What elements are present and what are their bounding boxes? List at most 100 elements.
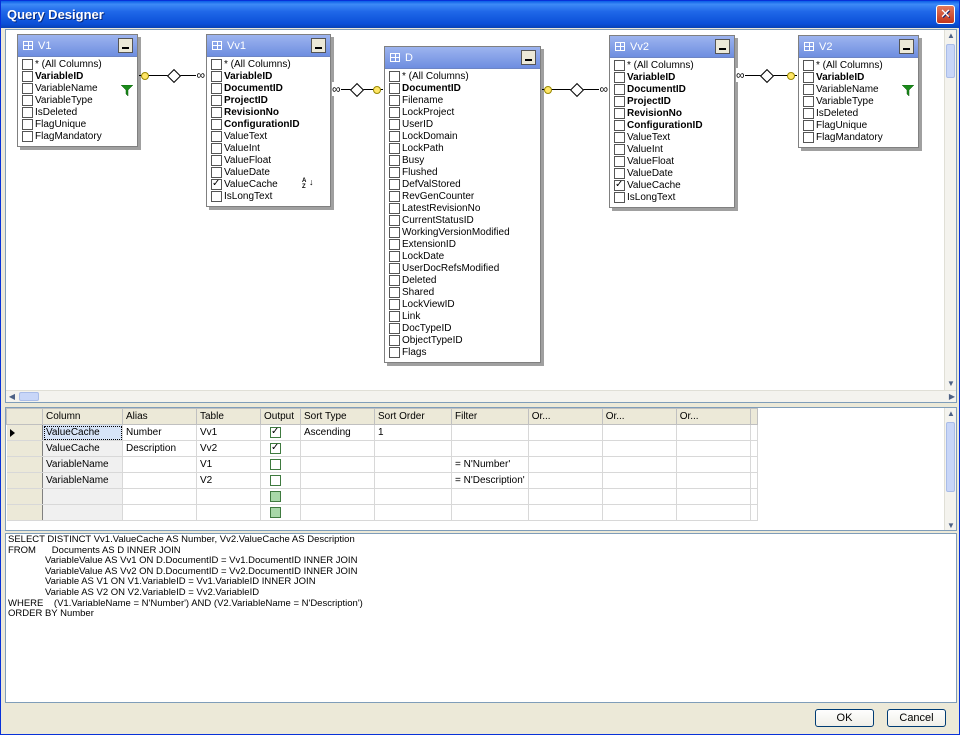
cell-output[interactable]: [260, 472, 301, 489]
cell-column[interactable]: [42, 488, 123, 505]
cell-output[interactable]: [260, 440, 301, 457]
column-checkbox[interactable]: [211, 59, 222, 70]
cell-filter[interactable]: [451, 488, 529, 505]
column-checkbox[interactable]: [614, 108, 625, 119]
column-checkbox[interactable]: [211, 155, 222, 166]
column-header-filter[interactable]: Filter: [451, 408, 529, 425]
column-item[interactable]: LockProject: [385, 107, 540, 119]
table-box-v2[interactable]: V2 * (All Columns) VariableID VariableName V…: [798, 35, 919, 148]
cell-or[interactable]: [676, 472, 751, 489]
row-header[interactable]: [6, 424, 43, 441]
column-checkbox[interactable]: [22, 83, 33, 94]
column-checkbox[interactable]: [211, 107, 222, 118]
sql-text-pane[interactable]: SELECT DISTINCT Vv1.ValueCache AS Number…: [5, 533, 957, 703]
join-line-v1-vv1[interactable]: ∞: [139, 68, 205, 84]
column-item[interactable]: DocumentID: [385, 83, 540, 95]
table-header[interactable]: Vv2: [610, 36, 734, 58]
grid-row[interactable]: [6, 504, 758, 521]
cell-table[interactable]: V1: [196, 456, 261, 473]
cell-sort-type[interactable]: [300, 488, 375, 505]
column-item[interactable]: DocTypeID: [385, 323, 540, 335]
join-line-vv1-d[interactable]: ∞: [332, 82, 383, 98]
column-checkbox[interactable]: [22, 131, 33, 142]
column-header-or[interactable]: Or...: [601, 408, 677, 425]
cell-or[interactable]: [676, 424, 751, 441]
column-item[interactable]: VariableType: [18, 95, 137, 107]
column-item[interactable]: ValueInt: [207, 143, 330, 155]
column-checkbox[interactable]: [389, 71, 400, 82]
column-item[interactable]: ValueText: [207, 131, 330, 143]
column-checkbox[interactable]: [389, 83, 400, 94]
column-item[interactable]: Busy: [385, 155, 540, 167]
cell-filter[interactable]: [451, 424, 529, 441]
column-item[interactable]: RevisionNo: [207, 107, 330, 119]
cell-or[interactable]: [528, 472, 603, 489]
column-item[interactable]: ConfigurationID: [207, 119, 330, 131]
column-item[interactable]: RevGenCounter: [385, 191, 540, 203]
column-item[interactable]: * (All Columns): [18, 59, 137, 71]
cell-or[interactable]: [528, 456, 603, 473]
cell-or[interactable]: [676, 456, 751, 473]
column-item[interactable]: RevisionNo: [610, 108, 734, 120]
scroll-down-icon[interactable]: ▼: [945, 378, 956, 390]
column-item[interactable]: ConfigurationID: [610, 120, 734, 132]
column-item[interactable]: * (All Columns): [799, 60, 918, 72]
column-item[interactable]: LatestRevisionNo: [385, 203, 540, 215]
cell-sort-type[interactable]: Ascending: [300, 424, 375, 441]
column-checkbox[interactable]: [389, 107, 400, 118]
column-checkbox[interactable]: [211, 71, 222, 82]
minimize-icon[interactable]: [521, 50, 536, 65]
cell-output[interactable]: [260, 424, 301, 441]
output-checkbox[interactable]: [270, 442, 281, 454]
grid-row[interactable]: VariableName V1 = N'Number': [6, 456, 758, 473]
cell-filter[interactable]: [451, 440, 529, 457]
cell-column[interactable]: VariableName: [42, 472, 123, 489]
output-checkbox[interactable]: [270, 474, 281, 486]
column-checkbox[interactable]: [389, 191, 400, 202]
column-checkbox[interactable]: [803, 72, 814, 83]
column-checkbox[interactable]: [389, 179, 400, 190]
column-checkbox[interactable]: [389, 311, 400, 322]
column-item[interactable]: ValueText: [610, 132, 734, 144]
column-item[interactable]: ProjectID: [207, 95, 330, 107]
column-checkbox[interactable]: [211, 191, 222, 202]
row-header[interactable]: [6, 456, 43, 473]
cell-sort-type[interactable]: [300, 472, 375, 489]
cell-sort-order[interactable]: [374, 504, 452, 521]
scroll-right-icon[interactable]: ▶: [946, 391, 956, 402]
column-item[interactable]: FlagMandatory: [18, 131, 137, 143]
cell-or[interactable]: [676, 488, 751, 505]
column-checkbox[interactable]: [211, 178, 222, 190]
column-checkbox[interactable]: [22, 107, 33, 118]
diagram-vertical-scrollbar[interactable]: ▲ ▼: [944, 30, 956, 390]
cell-column[interactable]: ValueCache: [42, 424, 123, 441]
cell-alias[interactable]: Number: [122, 424, 197, 441]
minimize-icon[interactable]: [899, 39, 914, 54]
cell-sort-type[interactable]: [300, 456, 375, 473]
scroll-up-icon[interactable]: ▲: [945, 408, 956, 420]
column-item[interactable]: * (All Columns): [207, 59, 330, 71]
diagram-pane[interactable]: V1 * (All Columns) VariableID VariableName V…: [5, 29, 957, 403]
cell-or[interactable]: [528, 440, 603, 457]
column-item[interactable]: LockDate: [385, 251, 540, 263]
scroll-up-icon[interactable]: ▲: [945, 30, 956, 42]
cell-alias[interactable]: [122, 504, 197, 521]
column-checkbox[interactable]: [803, 96, 814, 107]
output-checkbox[interactable]: [270, 490, 281, 502]
column-item[interactable]: ValueDate: [610, 168, 734, 180]
row-header[interactable]: [6, 472, 43, 489]
minimize-icon[interactable]: [118, 38, 133, 53]
column-item[interactable]: ValueCache: [610, 179, 734, 192]
column-item[interactable]: Filename: [385, 95, 540, 107]
cell-or[interactable]: [528, 424, 603, 441]
column-checkbox[interactable]: [22, 59, 33, 70]
cell-filter[interactable]: = N'Description': [451, 472, 529, 489]
column-header-column[interactable]: Column: [42, 408, 123, 425]
column-item[interactable]: FlagMandatory: [799, 132, 918, 144]
column-checkbox[interactable]: [211, 131, 222, 142]
column-checkbox[interactable]: [22, 95, 33, 106]
column-checkbox[interactable]: [614, 120, 625, 131]
cell-sort-type[interactable]: [300, 440, 375, 457]
column-item[interactable]: ProjectID: [610, 96, 734, 108]
column-checkbox[interactable]: [389, 155, 400, 166]
